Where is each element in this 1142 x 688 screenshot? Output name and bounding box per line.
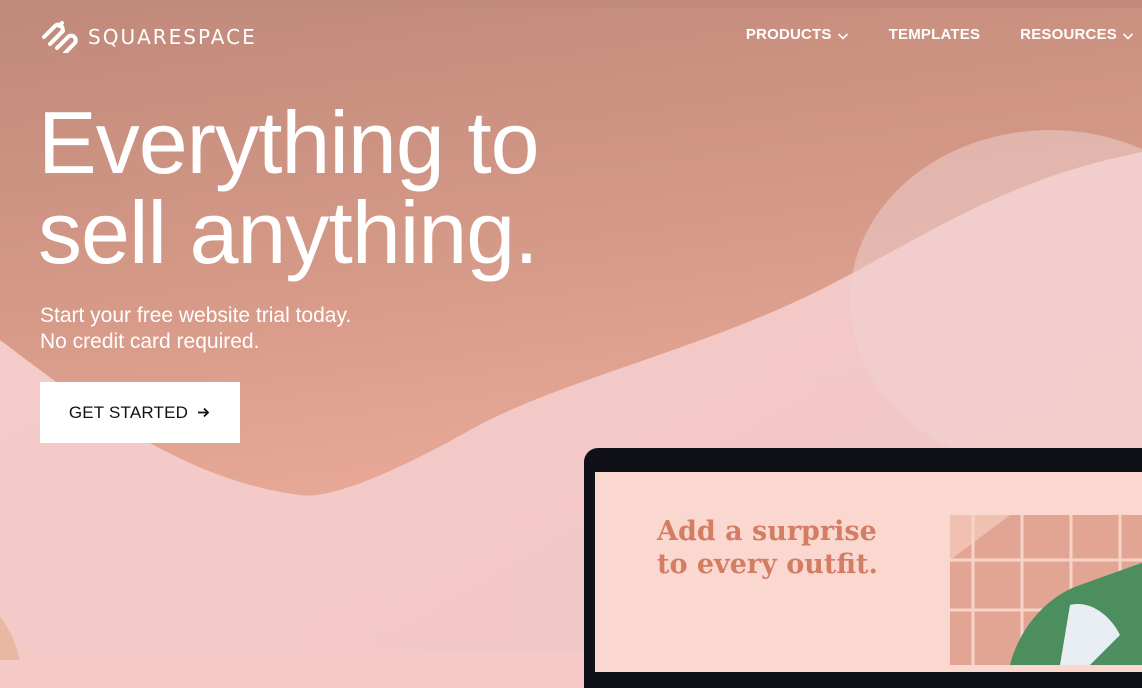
nav-products-label: PRODUCTS [745, 26, 832, 43]
main-nav: PRODUCTS TEMPLATES RESOURCES [746, 26, 1142, 43]
hero-title: Everything to sell anything. [38, 98, 540, 278]
preview-headline-line2: to every outfit. [657, 549, 878, 580]
site-header: SQUARESPACE PRODUCTS TEMPLATES RESOURCES [0, 0, 1142, 72]
nav-resources[interactable]: RESOURCES [1020, 26, 1134, 43]
preview-headline: Add a surprise to every outfit. [657, 515, 878, 581]
arrow-right-icon [198, 407, 210, 418]
hero-subtitle-line2: No credit card required. [40, 330, 260, 353]
hero-subtitle: Start your free website trial today. No … [40, 303, 351, 355]
brand-name: SQUARESPACE [88, 24, 257, 49]
nav-resources-label: RESOURCES [1020, 26, 1117, 43]
get-started-label: GET STARTED [68, 402, 189, 422]
get-started-button[interactable]: GET STARTED [40, 382, 240, 443]
nav-products[interactable]: PRODUCTS [746, 26, 849, 43]
chevron-down-icon [1122, 32, 1134, 40]
hero-title-line1: Everything to [38, 93, 540, 192]
decorative-shape [0, 616, 20, 660]
squarespace-logo-icon [42, 21, 78, 53]
brand-logo[interactable]: SQUARESPACE [40, 20, 257, 53]
nav-templates-label: TEMPLATES [888, 26, 981, 43]
preview-headline-line1: Add a surprise [657, 516, 877, 547]
hero-title-line2: sell anything. [38, 183, 539, 282]
hero-subtitle-line1: Start your free website trial today. [40, 304, 352, 327]
preview-photo [950, 515, 1142, 665]
nav-templates[interactable]: TEMPLATES [889, 26, 981, 43]
chevron-down-icon [837, 32, 848, 40]
